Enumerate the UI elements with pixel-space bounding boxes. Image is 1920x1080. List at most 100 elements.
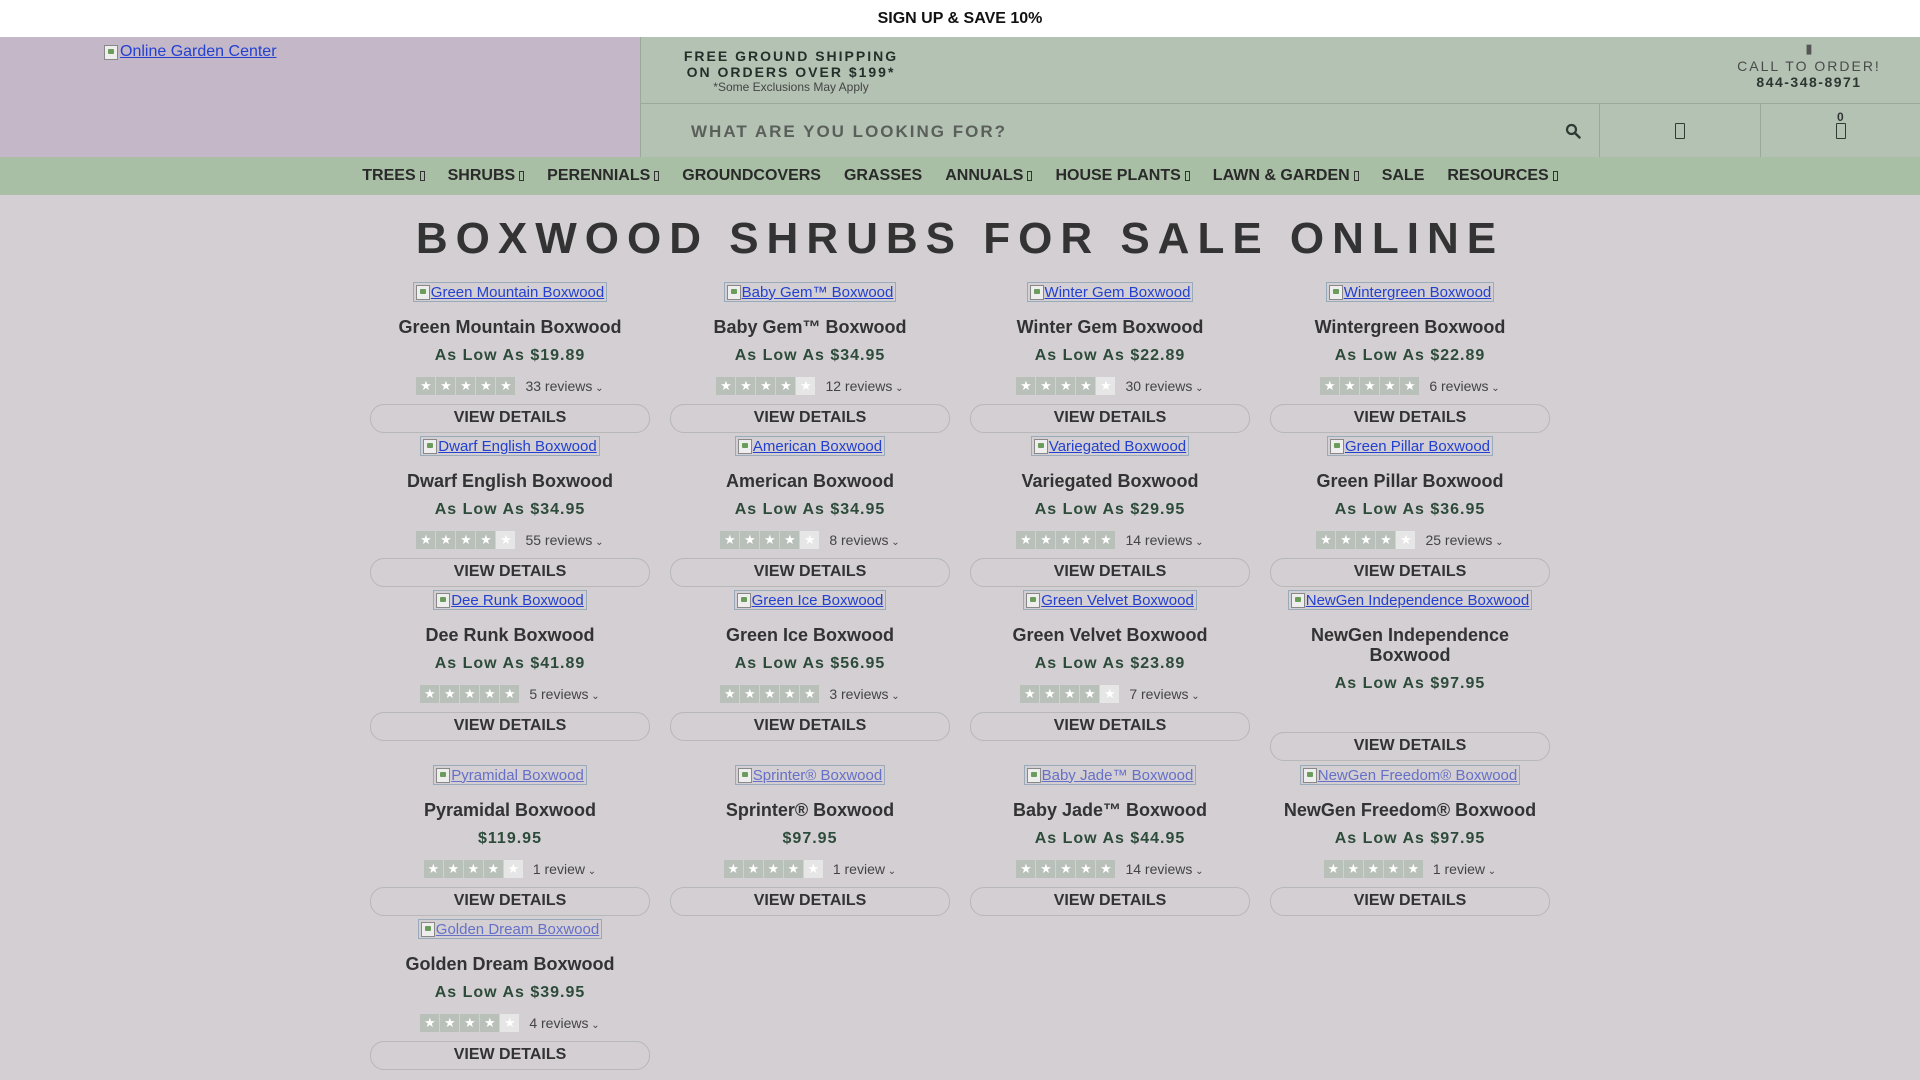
product-rating[interactable]: ★ ★ ★ ★ ★ 55 reviews [370, 530, 650, 550]
nav-item-groundcovers[interactable]: GROUNDCOVERS [682, 167, 821, 185]
account-button[interactable] [1599, 104, 1760, 158]
nav-item-sale[interactable]: SALE [1382, 167, 1425, 185]
product-name[interactable]: Dee Runk Boxwood [370, 625, 650, 645]
product-name[interactable]: Winter Gem Boxwood [970, 317, 1250, 337]
product-rating[interactable]: ★ ★ ★ ★ ★ 30 reviews [970, 376, 1250, 396]
review-count[interactable]: 25 reviews [1425, 532, 1503, 548]
view-details-button[interactable]: VIEW DETAILS [670, 557, 950, 587]
search-button[interactable] [1558, 116, 1588, 146]
cart-button[interactable]: 0 [1760, 104, 1920, 158]
review-count[interactable]: 1 review [833, 861, 896, 877]
product-image-link[interactable]: NewGen Independence Boxwood [1287, 590, 1533, 610]
product-image-link[interactable]: Sprinter® Boxwood [734, 765, 886, 785]
review-count[interactable]: 4 reviews [529, 1015, 599, 1031]
nav-item-grasses[interactable]: GRASSES [844, 167, 922, 185]
promo-banner[interactable]: SIGN UP & SAVE 10% [0, 0, 1920, 37]
product-rating[interactable]: ★ ★ ★ ★ ★ 14 reviews [970, 530, 1250, 550]
review-count[interactable]: 1 review [1433, 861, 1496, 877]
product-image-link[interactable]: Baby Jade™ Boxwood [1023, 765, 1197, 785]
view-details-button[interactable]: VIEW DETAILS [670, 886, 950, 916]
review-count[interactable]: 6 reviews [1429, 378, 1499, 394]
product-name[interactable]: Dwarf English Boxwood [370, 471, 650, 491]
product-image-link[interactable]: Winter Gem Boxwood [1026, 282, 1194, 302]
product-rating[interactable]: ★ ★ ★ ★ ★ 1 review [1270, 859, 1550, 879]
product-image-link[interactable]: Pyramidal Boxwood [433, 765, 587, 785]
product-image-link[interactable]: Golden Dream Boxwood [417, 919, 603, 939]
review-count[interactable]: 5 reviews [529, 686, 599, 702]
view-details-button[interactable]: VIEW DETAILS [970, 557, 1250, 587]
product-image-link[interactable]: Green Ice Boxwood [733, 590, 887, 610]
phone-number[interactable]: 844-348-8971 [1734, 74, 1884, 90]
product-image-link[interactable]: Baby Gem™ Boxwood [723, 282, 897, 302]
product-image-link[interactable]: Dwarf English Boxwood [420, 436, 600, 456]
product-name[interactable]: Pyramidal Boxwood [370, 800, 650, 820]
product-name[interactable]: Green Ice Boxwood [670, 625, 950, 645]
review-count[interactable]: 14 reviews [1125, 861, 1203, 877]
product-image-link[interactable]: American Boxwood [734, 436, 886, 456]
product-rating[interactable]: ★ ★ ★ ★ ★ 14 reviews [970, 859, 1250, 879]
view-details-button[interactable]: VIEW DETAILS [970, 886, 1250, 916]
nav-item-shrubs[interactable]: SHRUBS [448, 167, 525, 185]
review-count[interactable]: 30 reviews [1125, 378, 1203, 394]
nav-item-lawn-garden[interactable]: LAWN & GARDEN [1213, 167, 1359, 185]
product-name[interactable]: Green Pillar Boxwood [1270, 471, 1550, 491]
call-to-order[interactable]: ▮ CALL TO ORDER! 844-348-8971 [1734, 42, 1884, 90]
product-image-link[interactable]: NewGen Freedom® Boxwood [1299, 765, 1521, 785]
product-rating[interactable]: ★ ★ ★ ★ ★ 5 reviews [370, 684, 650, 704]
review-count[interactable]: 12 reviews [825, 378, 903, 394]
product-image-link[interactable]: Dee Runk Boxwood [433, 590, 587, 610]
product-image-link[interactable]: Variegated Boxwood [1030, 436, 1190, 456]
product-rating[interactable]: ★ ★ ★ ★ ★ 8 reviews [670, 530, 950, 550]
product-name[interactable]: NewGen Freedom® Boxwood [1270, 800, 1550, 820]
review-count[interactable]: 3 reviews [829, 686, 899, 702]
view-details-button[interactable]: VIEW DETAILS [370, 886, 650, 916]
product-name[interactable]: Wintergreen Boxwood [1270, 317, 1550, 337]
nav-item-resources[interactable]: RESOURCES [1447, 167, 1558, 185]
view-details-button[interactable]: VIEW DETAILS [1270, 886, 1550, 916]
promo-text[interactable]: SIGN UP & SAVE 10% [878, 10, 1043, 28]
view-details-button[interactable]: VIEW DETAILS [970, 403, 1250, 433]
view-details-button[interactable]: VIEW DETAILS [370, 403, 650, 433]
view-details-button[interactable]: VIEW DETAILS [370, 711, 650, 741]
nav-item-perennials[interactable]: PERENNIALS [547, 167, 660, 185]
nav-item-annuals[interactable]: ANNUALS [945, 167, 1033, 185]
product-image-link[interactable]: Green Pillar Boxwood [1326, 436, 1494, 456]
product-name[interactable]: Golden Dream Boxwood [370, 954, 650, 974]
nav-item-house-plants[interactable]: HOUSE PLANTS [1055, 167, 1190, 185]
product-image-link[interactable]: Wintergreen Boxwood [1325, 282, 1495, 302]
product-name[interactable]: NewGen Independence Boxwood [1270, 625, 1550, 665]
review-count[interactable]: 1 review [533, 861, 596, 877]
product-rating[interactable]: ★ ★ ★ ★ ★ 33 reviews [370, 376, 650, 396]
product-image-link[interactable]: Green Velvet Boxwood [1023, 590, 1197, 610]
view-details-button[interactable]: VIEW DETAILS [370, 557, 650, 587]
nav-item-trees[interactable]: TREES [362, 167, 425, 185]
product-rating[interactable]: ★ ★ ★ ★ ★ 25 reviews [1270, 530, 1550, 550]
product-rating[interactable]: ★ ★ ★ ★ ★ 1 review [370, 859, 650, 879]
view-details-button[interactable]: VIEW DETAILS [370, 1040, 650, 1070]
view-details-button[interactable]: VIEW DETAILS [1270, 557, 1550, 587]
review-count[interactable]: 33 reviews [525, 378, 603, 394]
view-details-button[interactable]: VIEW DETAILS [1270, 403, 1550, 433]
product-name[interactable]: Baby Gem™ Boxwood [670, 317, 950, 337]
review-count[interactable]: 7 reviews [1129, 686, 1199, 702]
product-name[interactable]: Green Velvet Boxwood [970, 625, 1250, 645]
review-count[interactable]: 55 reviews [525, 532, 603, 548]
review-count[interactable]: 14 reviews [1125, 532, 1203, 548]
site-logo[interactable]: Online Garden Center [104, 43, 277, 61]
product-name[interactable]: Sprinter® Boxwood [670, 800, 950, 820]
view-details-button[interactable]: VIEW DETAILS [970, 711, 1250, 741]
product-rating[interactable]: ★ ★ ★ ★ ★ 1 review [670, 859, 950, 879]
product-rating[interactable]: ★ ★ ★ ★ ★ 3 reviews [670, 684, 950, 704]
search-input[interactable] [691, 118, 1571, 146]
view-details-button[interactable]: VIEW DETAILS [1270, 731, 1550, 761]
product-name[interactable]: Baby Jade™ Boxwood [970, 800, 1250, 820]
product-rating[interactable]: ★ ★ ★ ★ ★ 4 reviews [370, 1013, 650, 1033]
review-count[interactable]: 8 reviews [829, 532, 899, 548]
product-rating[interactable]: ★ ★ ★ ★ ★ 12 reviews [670, 376, 950, 396]
view-details-button[interactable]: VIEW DETAILS [670, 403, 950, 433]
view-details-button[interactable]: VIEW DETAILS [670, 711, 950, 741]
product-name[interactable]: Green Mountain Boxwood [370, 317, 650, 337]
product-name[interactable]: Variegated Boxwood [970, 471, 1250, 491]
product-image-link[interactable]: Green Mountain Boxwood [412, 282, 608, 302]
product-name[interactable]: American Boxwood [670, 471, 950, 491]
